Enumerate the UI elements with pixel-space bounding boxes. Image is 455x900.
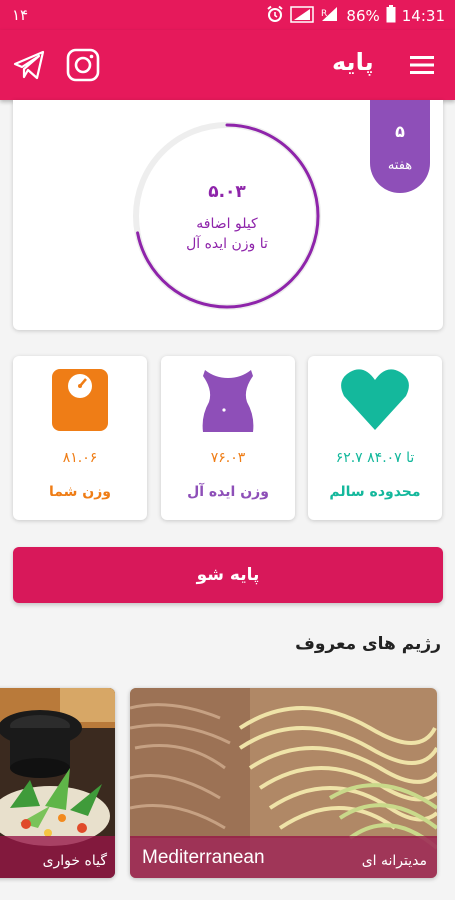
current-weight-card[interactable]: ۸۱.۰۶ وزن شما xyxy=(13,356,147,520)
healthy-range-value: ۶۲.۷ تا ۸۴.۰۷ xyxy=(335,450,415,466)
progress-text: ۵.۰۳ کیلو اضافه تا وزن ایده آل xyxy=(131,120,323,312)
instagram-icon[interactable] xyxy=(64,46,102,84)
diet-card-vegetarian[interactable]: گیاه خواری xyxy=(0,688,115,878)
app-title: پایه xyxy=(332,48,374,76)
diet-card-mediterranean[interactable]: Mediterranean مدیترانه ای xyxy=(130,688,437,878)
battery-icon xyxy=(386,5,396,27)
clock: 14:31 xyxy=(401,7,445,25)
diets-section-title: رژیم های معروف xyxy=(295,634,441,654)
healthy-range-label: محدوده سالم xyxy=(329,484,421,500)
menu-icon[interactable] xyxy=(403,46,441,84)
status-bar: ۱۴ R 86% 14:31 xyxy=(0,0,455,30)
app-bar: پایه xyxy=(0,30,455,100)
week-number: ۵ xyxy=(395,122,405,141)
progress-card: ۵.۰۳ کیلو اضافه تا وزن ایده آل ۵ هفته xyxy=(13,100,443,330)
ideal-weight-value: ۷۶.۰۳ xyxy=(210,450,246,466)
alarm-icon xyxy=(266,5,284,27)
diet-name-latin: Mediterranean xyxy=(142,847,265,868)
current-weight-label: وزن شما xyxy=(49,484,111,500)
body-shape-icon xyxy=(202,370,254,432)
week-label: هفته xyxy=(387,158,413,173)
diet-name-persian: گیاه خواری xyxy=(42,853,107,869)
telegram-icon[interactable] xyxy=(10,46,48,84)
notification-count: ۱۴ xyxy=(12,6,29,24)
week-badge: ۵ هفته xyxy=(370,100,430,193)
to-ideal-label: تا وزن ایده آل xyxy=(186,236,268,252)
excess-weight-value: ۵.۰۳ xyxy=(208,182,246,202)
ideal-weight-card[interactable]: ۷۶.۰۳ وزن ایده آل xyxy=(161,356,295,520)
current-weight-value: ۸۱.۰۶ xyxy=(62,450,98,466)
battery-percent: 86% xyxy=(346,7,380,25)
diet-name-persian: مدیترانه ای xyxy=(361,853,427,869)
start-button[interactable]: پایه شو xyxy=(13,547,443,603)
ideal-weight-label: وزن ایده آل xyxy=(187,484,269,500)
excess-weight-label: کیلو اضافه xyxy=(196,216,258,232)
heart-icon xyxy=(341,369,409,430)
svg-text:R: R xyxy=(321,9,327,19)
sim-signal-icon xyxy=(290,5,315,27)
scale-icon xyxy=(52,369,108,431)
healthy-range-card[interactable]: ۶۲.۷ تا ۸۴.۰۷ محدوده سالم xyxy=(308,356,442,520)
signal-icon: R xyxy=(320,5,340,27)
